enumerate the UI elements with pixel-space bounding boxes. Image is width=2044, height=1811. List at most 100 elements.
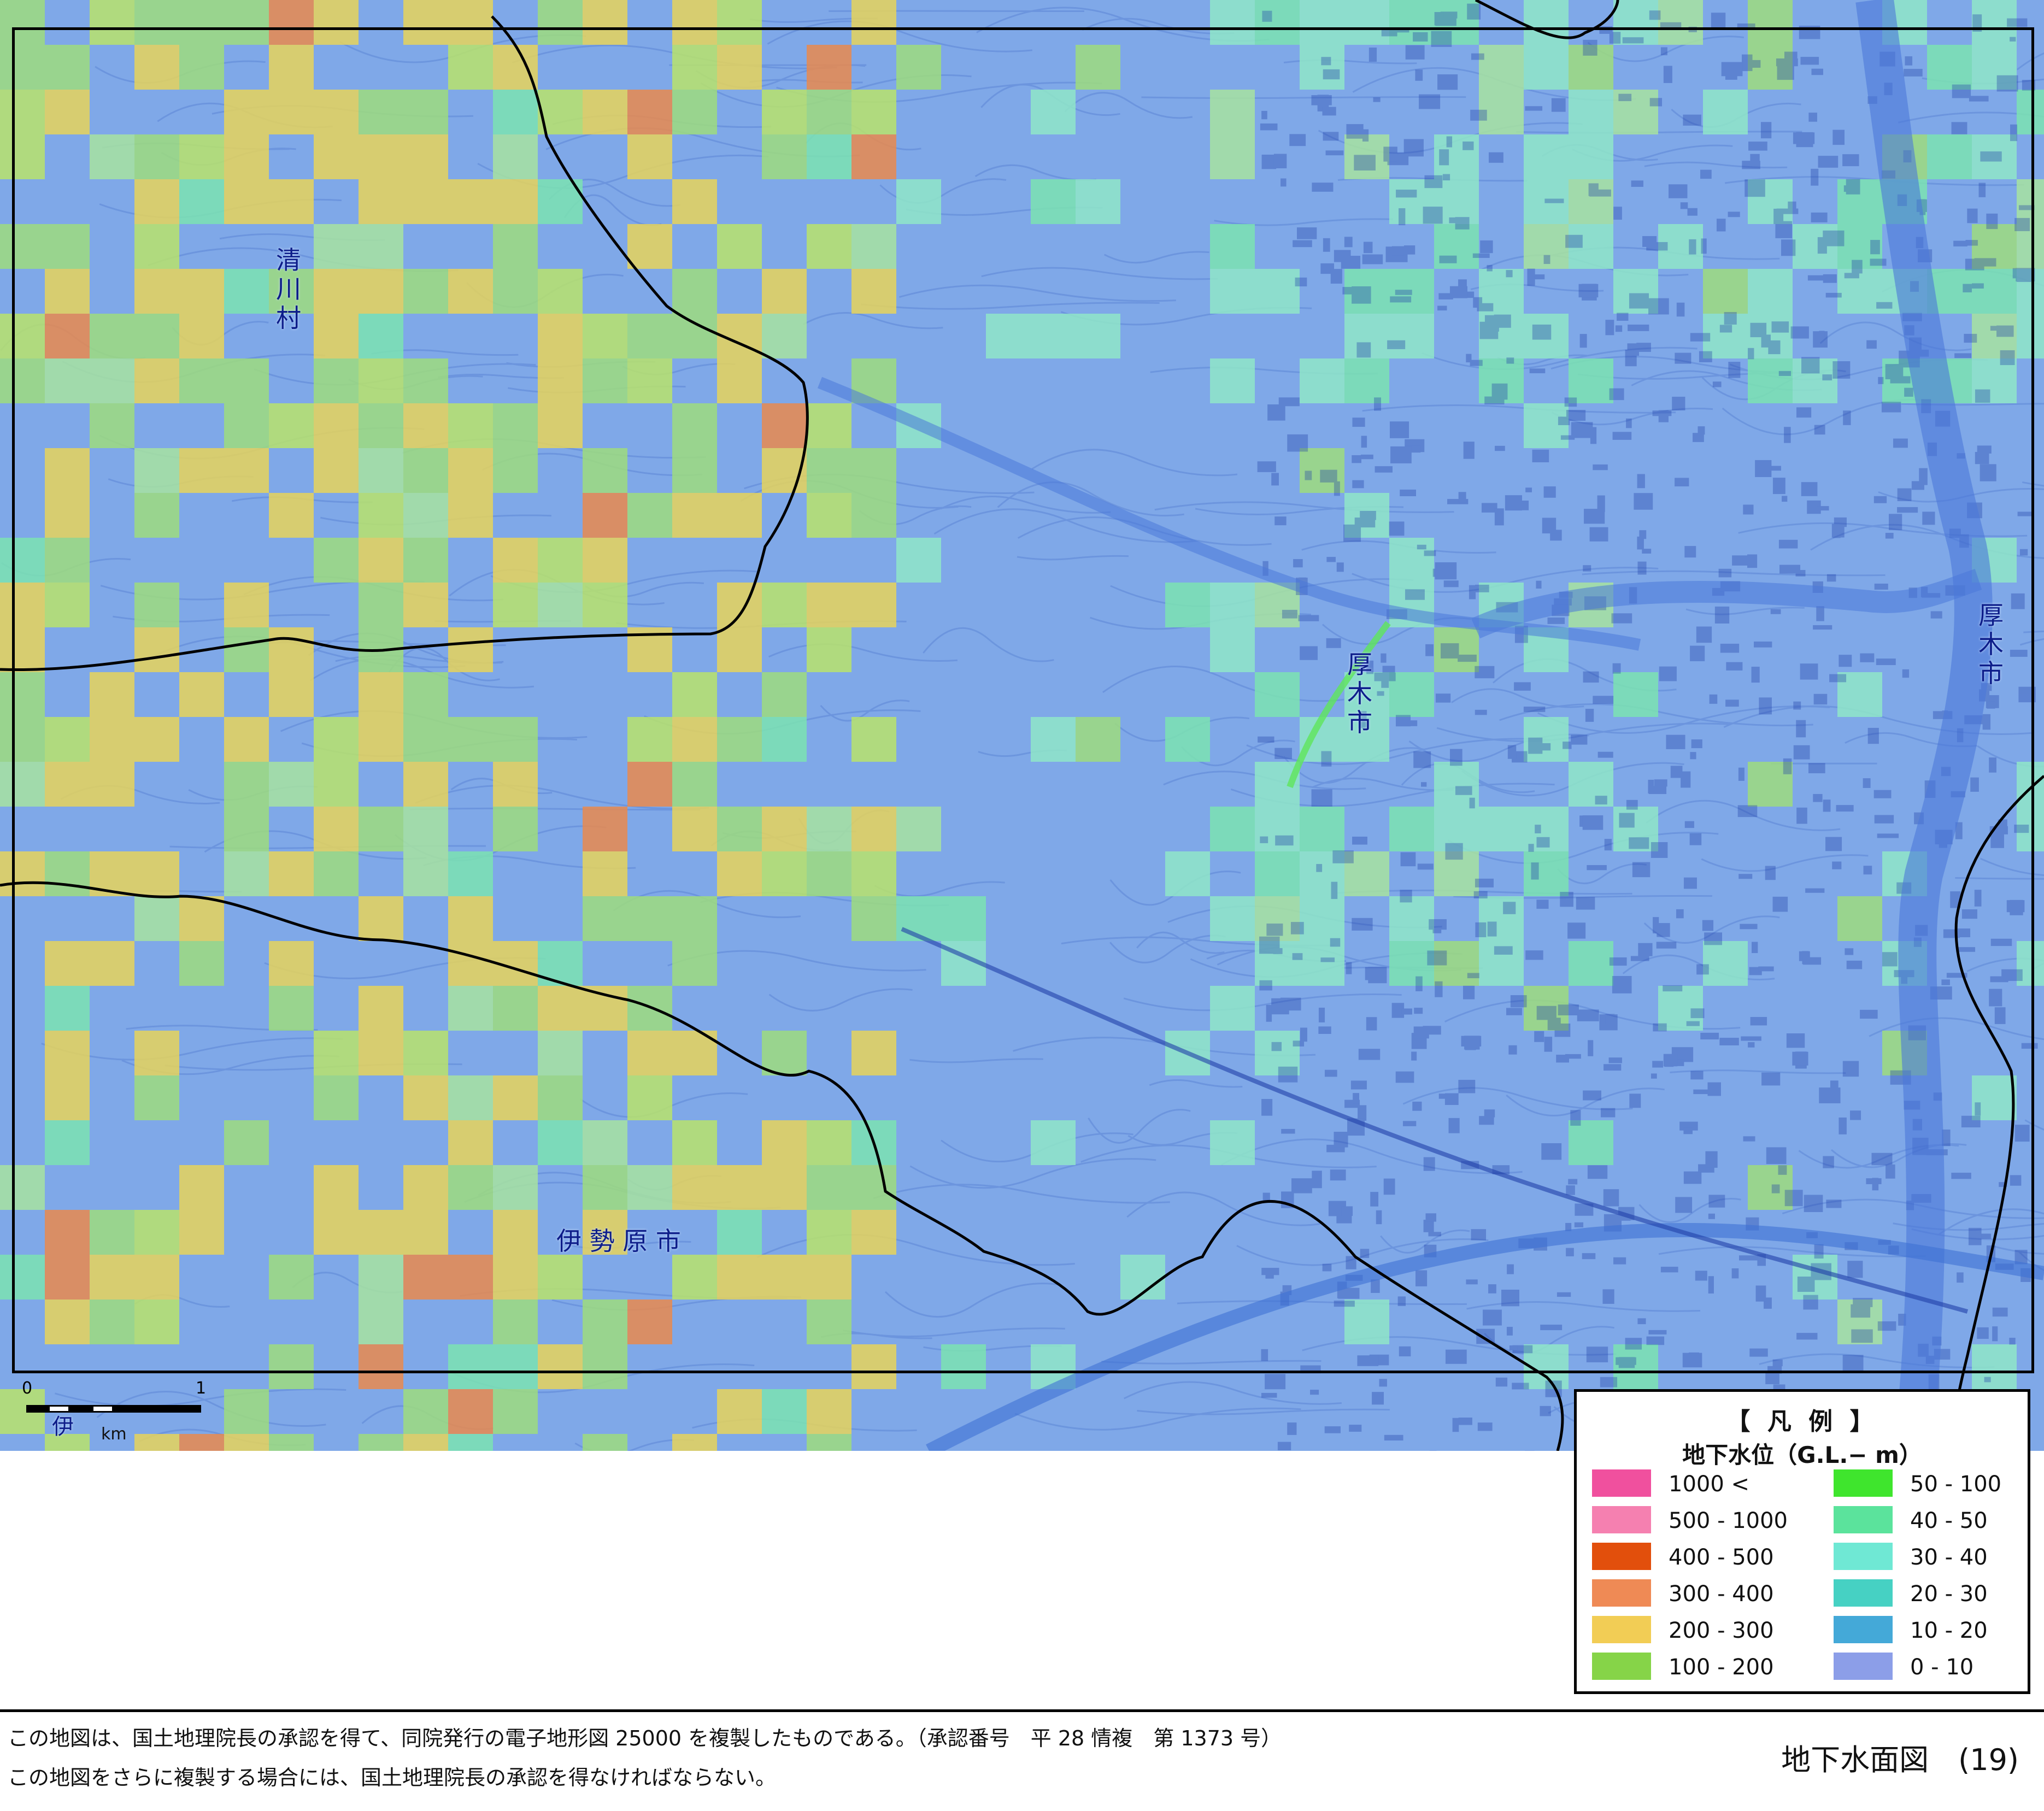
building-block bbox=[1320, 469, 1337, 483]
grid-cell bbox=[403, 1434, 448, 1451]
building-block bbox=[1510, 995, 1527, 1008]
grid-cell bbox=[1210, 583, 1255, 627]
scale-bar-segment-1 bbox=[26, 1405, 48, 1413]
grid-cell bbox=[493, 1210, 538, 1255]
building-block bbox=[1990, 832, 2004, 848]
grid-cell bbox=[448, 448, 493, 493]
grid-cell bbox=[314, 762, 359, 807]
grid-cell bbox=[359, 134, 403, 179]
building-block bbox=[1287, 434, 1308, 452]
grid-cell bbox=[314, 269, 359, 314]
grid-cell bbox=[672, 179, 717, 224]
grid-cell bbox=[493, 1344, 538, 1389]
building-block bbox=[1290, 922, 1304, 934]
legend-label: 20 - 30 bbox=[1910, 1581, 1988, 1607]
building-block bbox=[1296, 227, 1317, 239]
grid-cell bbox=[45, 538, 90, 583]
grid-cell bbox=[583, 851, 627, 896]
building-block bbox=[1819, 1087, 1841, 1103]
legend-swatch bbox=[1834, 1616, 1893, 1643]
building-block bbox=[2010, 899, 2023, 915]
grid-cell bbox=[403, 1165, 448, 1210]
grid-cell bbox=[448, 896, 493, 941]
grid-cell bbox=[0, 672, 45, 717]
building-block bbox=[1415, 1270, 1428, 1286]
building-block bbox=[1989, 989, 2002, 1007]
grid-cell bbox=[45, 1300, 90, 1344]
grid-cell bbox=[851, 583, 896, 627]
grid-cell bbox=[583, 0, 627, 45]
building-block bbox=[1754, 641, 1772, 648]
grid-cell bbox=[672, 762, 717, 807]
building-block bbox=[1646, 1336, 1665, 1345]
grid-cell bbox=[807, 134, 851, 179]
building-block bbox=[1376, 1210, 1382, 1225]
grid-cell bbox=[179, 179, 224, 224]
building-block bbox=[1506, 1008, 1522, 1015]
scale-bar: 0 1 km bbox=[22, 1374, 208, 1445]
grid-cell bbox=[403, 851, 448, 896]
grid-cell bbox=[851, 493, 896, 538]
building-block bbox=[1446, 136, 1453, 148]
grid-cell bbox=[359, 448, 403, 493]
grid-cell bbox=[134, 269, 179, 314]
building-block bbox=[1413, 32, 1428, 42]
building-block bbox=[1438, 293, 1453, 299]
building-block bbox=[1877, 1321, 1896, 1331]
building-block bbox=[2007, 18, 2028, 27]
grid-cell bbox=[493, 807, 538, 851]
building-block bbox=[1902, 669, 1910, 678]
building-block bbox=[1719, 1038, 1739, 1045]
grid-cell bbox=[807, 90, 851, 134]
building-block bbox=[1322, 107, 1336, 116]
building-block bbox=[1271, 473, 1279, 486]
building-block bbox=[1793, 701, 1801, 710]
building-block bbox=[1823, 274, 1837, 283]
building-block bbox=[1401, 1008, 1412, 1015]
building-block bbox=[1400, 852, 1416, 867]
building-block bbox=[1600, 1108, 1616, 1118]
building-block bbox=[1648, 298, 1669, 315]
building-block bbox=[1293, 240, 1312, 248]
building-block bbox=[1612, 975, 1632, 993]
building-block bbox=[1419, 94, 1441, 109]
grid-cell bbox=[493, 403, 538, 448]
building-block bbox=[1760, 122, 1772, 139]
grid-cell bbox=[134, 583, 179, 627]
legend-label: 100 - 200 bbox=[1669, 1655, 1774, 1680]
building-block bbox=[1597, 751, 1613, 758]
building-block bbox=[1597, 495, 1605, 512]
grid-cell bbox=[1389, 538, 1434, 583]
grid-cell bbox=[1300, 0, 1344, 45]
legend-label: 40 - 50 bbox=[1910, 1508, 1988, 1533]
building-block bbox=[1690, 645, 1705, 661]
building-block bbox=[1683, 1127, 1693, 1134]
grid-cell bbox=[493, 45, 538, 90]
building-block bbox=[1675, 478, 1689, 487]
building-block bbox=[1366, 1017, 1377, 1031]
building-block bbox=[2016, 274, 2031, 282]
building-block bbox=[1796, 720, 1806, 738]
grid-cell bbox=[538, 314, 583, 358]
grid-cell bbox=[717, 358, 762, 403]
grid-cell bbox=[1927, 134, 1972, 179]
building-block bbox=[1469, 585, 1476, 599]
grid-cell bbox=[627, 896, 672, 941]
building-block bbox=[1368, 48, 1377, 62]
building-block bbox=[1350, 1080, 1367, 1090]
building-block bbox=[1749, 1348, 1768, 1357]
building-block bbox=[1648, 1330, 1667, 1334]
grid-cell bbox=[403, 583, 448, 627]
building-block bbox=[1576, 897, 1595, 910]
grid-cell bbox=[448, 1255, 493, 1300]
groundwater-map[interactable]: 清 川 村 厚 木 市 厚 木 市 伊 勢 原 市 伊 0 1 km bbox=[0, 0, 2044, 1451]
building-block bbox=[1475, 709, 1487, 715]
grid-cell bbox=[269, 851, 314, 896]
building-block bbox=[1443, 580, 1459, 587]
building-block bbox=[1878, 377, 1884, 384]
map-frame-bottom bbox=[12, 1371, 2034, 1373]
building-block bbox=[1423, 1157, 1435, 1171]
building-block bbox=[1632, 862, 1651, 878]
building-block bbox=[1987, 701, 1995, 709]
grid-cell bbox=[1210, 807, 1255, 851]
